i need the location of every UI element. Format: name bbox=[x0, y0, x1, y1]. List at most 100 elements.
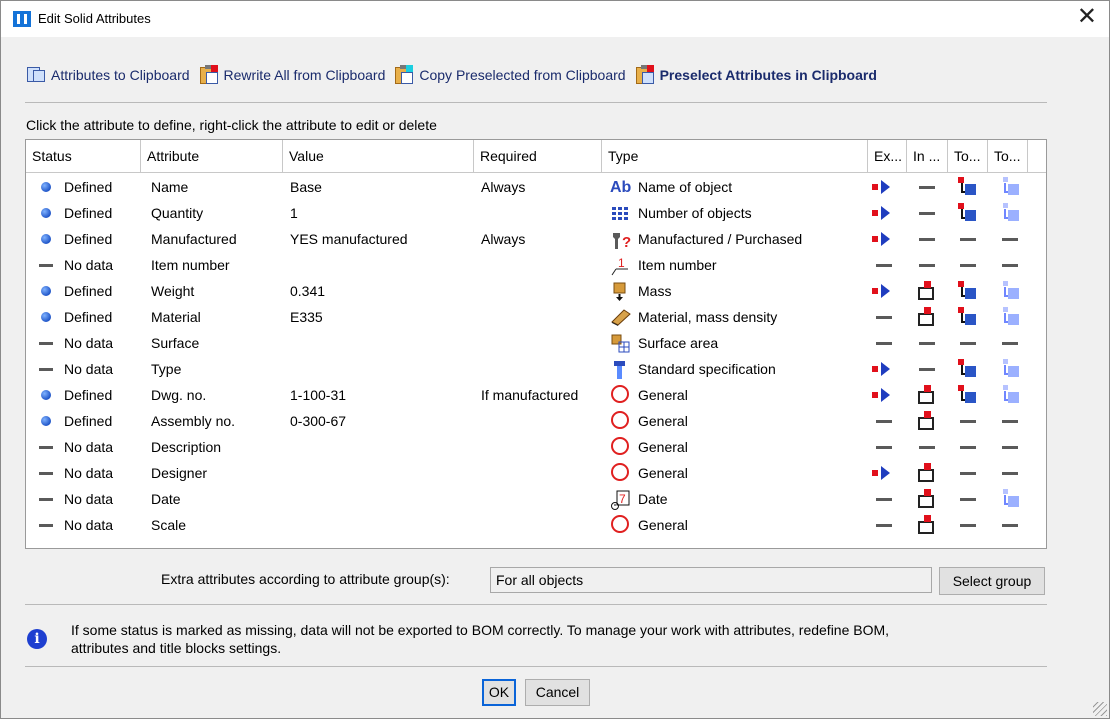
import-icon[interactable] bbox=[917, 307, 935, 327]
column-header-value[interactable]: Value bbox=[283, 140, 474, 172]
attribute-value: 0-300-67 bbox=[290, 413, 347, 429]
export-arrow-icon[interactable] bbox=[872, 362, 898, 376]
cancel-button[interactable]: Cancel bbox=[525, 679, 590, 706]
export-arrow-icon[interactable] bbox=[872, 284, 898, 298]
attribute-type: General bbox=[638, 387, 688, 403]
import-icon[interactable] bbox=[917, 463, 935, 483]
divider bbox=[25, 102, 1047, 103]
table-row[interactable]: Defined Manufactured YES manufactured Alway… bbox=[26, 226, 1046, 252]
status-text: No data bbox=[64, 517, 114, 533]
dash-icon bbox=[876, 342, 892, 345]
attributes-table: Status Attribute Value Required Type Ex.… bbox=[25, 139, 1047, 549]
item-number-icon: 1 bbox=[610, 256, 632, 276]
table-row[interactable]: Defined Name Base Always Ab Name of object bbox=[26, 174, 1046, 200]
to-bom-icon[interactable] bbox=[1001, 281, 1021, 301]
toolbar-button-1[interactable]: Rewrite All from Clipboard bbox=[198, 65, 385, 85]
table-row[interactable]: No data Item number 1 Item number bbox=[26, 252, 1046, 278]
status-text: Defined bbox=[64, 231, 113, 247]
to-bom-icon[interactable] bbox=[1001, 359, 1021, 379]
export-arrow-icon[interactable] bbox=[872, 466, 898, 480]
import-icon[interactable] bbox=[917, 489, 935, 509]
instruction-text: Click the attribute to define, right-cli… bbox=[26, 117, 437, 133]
table-row[interactable]: Defined Weight 0.341 Mass bbox=[26, 278, 1046, 304]
column-header-type[interactable]: Type bbox=[602, 140, 868, 172]
column-header-attribute[interactable]: Attribute bbox=[141, 140, 283, 172]
toolbar-button-0[interactable]: Attributes to Clipboard bbox=[25, 65, 190, 85]
column-header-export[interactable]: Ex... bbox=[868, 140, 907, 172]
table-row[interactable]: No data Type Standard specification bbox=[26, 356, 1046, 382]
calendar-date-icon: 7 bbox=[610, 490, 632, 510]
table-row[interactable]: Defined Dwg. no. 1-100-31 If manufactured Ge… bbox=[26, 382, 1046, 408]
to-title-block-icon[interactable] bbox=[958, 203, 978, 223]
to-bom-icon[interactable] bbox=[1001, 307, 1021, 327]
dash-icon bbox=[919, 368, 935, 371]
table-row[interactable]: No data Date 7 Date bbox=[26, 486, 1046, 512]
table-row[interactable]: Defined Assembly no. 0-300-67 General bbox=[26, 408, 1046, 434]
table-row[interactable]: Defined Material E335 Material, mass densit… bbox=[26, 304, 1046, 330]
ok-button[interactable]: OK bbox=[482, 679, 516, 706]
status-nodata-icon bbox=[39, 524, 53, 527]
attribute-value: 0.341 bbox=[290, 283, 326, 299]
export-arrow-icon[interactable] bbox=[872, 232, 898, 246]
attribute-group-field[interactable]: For all objects bbox=[490, 567, 932, 593]
status-defined-icon bbox=[41, 312, 51, 322]
dash-icon bbox=[876, 420, 892, 423]
attribute-type: Manufactured / Purchased bbox=[638, 231, 803, 247]
to-bom-icon[interactable] bbox=[1001, 203, 1021, 223]
status-defined-icon bbox=[41, 416, 51, 426]
export-arrow-icon[interactable] bbox=[872, 206, 898, 220]
to-title-block-icon[interactable] bbox=[958, 177, 978, 197]
toolbar-button-3[interactable]: Preselect Attributes in Clipboard bbox=[634, 65, 877, 85]
resize-grip-icon[interactable] bbox=[1093, 702, 1107, 716]
import-icon[interactable] bbox=[917, 411, 935, 431]
to-bom-icon[interactable] bbox=[1001, 385, 1021, 405]
select-group-button[interactable]: Select group bbox=[939, 567, 1045, 595]
to-title-block-icon[interactable] bbox=[958, 281, 978, 301]
to-title-block-icon[interactable] bbox=[958, 359, 978, 379]
dash-icon bbox=[876, 446, 892, 449]
toolbar-button-2[interactable]: Copy Preselected from Clipboard bbox=[393, 65, 626, 85]
status-nodata-icon bbox=[39, 342, 53, 345]
attribute-name: Surface bbox=[151, 335, 200, 351]
column-header-to-1[interactable]: To... bbox=[948, 140, 988, 172]
column-header-required[interactable]: Required bbox=[474, 140, 602, 172]
to-title-block-icon[interactable] bbox=[958, 307, 978, 327]
general-circle-icon bbox=[610, 385, 632, 406]
dash-icon bbox=[876, 316, 892, 319]
to-bom-icon[interactable] bbox=[1001, 489, 1021, 509]
dash-icon bbox=[1002, 472, 1018, 475]
surface-area-icon bbox=[610, 334, 632, 354]
column-header-to-2[interactable]: To... bbox=[988, 140, 1028, 172]
dash-icon bbox=[876, 264, 892, 267]
attribute-name: Quantity bbox=[151, 205, 204, 221]
wrench-question-icon: ? bbox=[610, 230, 632, 251]
column-header-in[interactable]: In ... bbox=[907, 140, 948, 172]
attribute-type: General bbox=[638, 465, 688, 481]
table-row[interactable]: No data Description General bbox=[26, 434, 1046, 460]
table-row[interactable]: No data Scale General bbox=[26, 512, 1046, 538]
attribute-name: Manufactured bbox=[151, 231, 237, 247]
import-icon[interactable] bbox=[917, 385, 935, 405]
export-arrow-icon[interactable] bbox=[872, 388, 898, 402]
close-icon[interactable]: ✕ bbox=[1077, 5, 1097, 29]
toolbar-button-label: Preselect Attributes in Clipboard bbox=[659, 67, 877, 83]
column-header-status[interactable]: Status bbox=[26, 140, 141, 172]
to-title-block-icon[interactable] bbox=[958, 385, 978, 405]
dash-icon bbox=[960, 238, 976, 241]
to-bom-icon[interactable] bbox=[1001, 177, 1021, 197]
attributes-to-clipboard-icon bbox=[25, 65, 47, 85]
table-row[interactable]: Defined Quantity 1 Number of objects bbox=[26, 200, 1046, 226]
import-icon[interactable] bbox=[917, 281, 935, 301]
table-row[interactable]: No data Surface Surface area bbox=[26, 330, 1046, 356]
divider bbox=[25, 604, 1047, 605]
attribute-type: Standard specification bbox=[638, 361, 776, 377]
import-icon[interactable] bbox=[917, 515, 935, 535]
attribute-value: Base bbox=[290, 179, 322, 195]
clipboard-toolbar: Attributes to Clipboard Rewrite All from … bbox=[25, 63, 885, 87]
export-arrow-icon[interactable] bbox=[872, 180, 898, 194]
dash-icon bbox=[960, 420, 976, 423]
dash-icon bbox=[1002, 420, 1018, 423]
attribute-name: Item number bbox=[151, 257, 230, 273]
table-row[interactable]: No data Designer General bbox=[26, 460, 1046, 486]
attribute-type: Date bbox=[638, 491, 668, 507]
